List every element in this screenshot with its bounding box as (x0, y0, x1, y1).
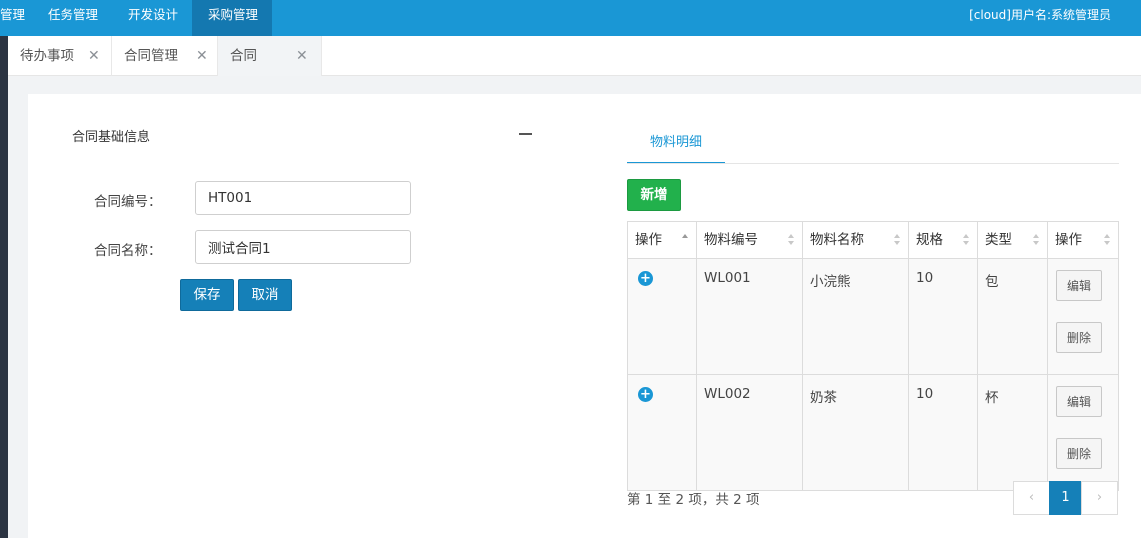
nav-item-purchase[interactable]: 采购管理 (192, 0, 272, 36)
nav-item-task[interactable]: 任务管理 (32, 0, 112, 36)
close-icon[interactable]: ✕ (88, 36, 100, 76)
table-cell: 奶茶 (802, 374, 909, 491)
materials-table: 操作 物料编号 物料名称 规格 类型 操作 + WL001 小浣熊 10 包 编… (627, 221, 1119, 491)
table-cell: 杯 (977, 374, 1048, 491)
save-button[interactable]: 保存 (180, 279, 234, 311)
sort-asc-icon (682, 234, 688, 246)
table-cell: 10 (908, 258, 978, 375)
column-header-spec[interactable]: 规格 (908, 221, 978, 259)
sort-icon (788, 234, 794, 246)
minus-icon[interactable] (519, 133, 532, 135)
plus-icon[interactable]: + (638, 387, 653, 402)
contract-no-input[interactable] (195, 181, 411, 215)
section-title: 合同基础信息 (72, 130, 151, 145)
nav-item-dev[interactable]: 开发设计 (112, 0, 192, 36)
table-cell: 10 (908, 374, 978, 491)
cancel-button[interactable]: 取消 (238, 279, 292, 311)
column-header-label: 物料名称 (810, 232, 864, 248)
sort-icon (894, 234, 900, 246)
column-header-op[interactable]: 操作 (627, 221, 697, 259)
sidebar-edge (0, 36, 8, 538)
tab-materials[interactable]: 物料明细 (627, 130, 725, 164)
table-cell: 包 (977, 258, 1048, 375)
page-button-1[interactable]: 1 (1049, 481, 1082, 515)
main-card: 合同基础信息 合同编号： 合同名称： 保存 取消 物料明细 新增 操作 物料编号… (28, 94, 1141, 538)
tab-bar: 待办事项 ✕ 合同管理 ✕ 合同 ✕ (8, 36, 1141, 76)
column-header-label: 操作 (635, 232, 662, 248)
prev-page-button[interactable]: ‹ (1013, 481, 1050, 515)
close-icon[interactable]: ✕ (196, 36, 208, 76)
nav-item-manage[interactable]: 管理 (0, 0, 25, 36)
table-cell: + (627, 258, 697, 375)
tab-label: 合同 (230, 48, 257, 64)
edit-button[interactable]: 编辑 (1056, 386, 1102, 417)
table-cell: 小浣熊 (802, 258, 909, 375)
add-button[interactable]: 新增 (627, 179, 681, 211)
delete-button[interactable]: 删除 (1056, 322, 1102, 353)
column-header-label: 物料编号 (704, 232, 758, 248)
top-nav: 管理 任务管理 开发设计 采购管理 [cloud]用户名:系统管理员 (0, 0, 1141, 36)
table-cell: 编辑 删除 (1047, 258, 1119, 375)
contract-name-input[interactable] (195, 230, 411, 264)
tab-contract[interactable]: 合同 ✕ (218, 36, 322, 76)
column-header-name[interactable]: 物料名称 (802, 221, 909, 259)
plus-icon[interactable]: + (638, 271, 653, 286)
table-row: + WL001 小浣熊 10 包 编辑 删除 (627, 258, 1119, 375)
column-header-code[interactable]: 物料编号 (696, 221, 803, 259)
table-header-row: 操作 物料编号 物料名称 规格 类型 操作 (627, 221, 1119, 259)
sort-icon (1104, 234, 1110, 246)
contract-no-label: 合同编号： (94, 194, 162, 210)
column-header-type[interactable]: 类型 (977, 221, 1048, 259)
tab-todo[interactable]: 待办事项 ✕ (8, 36, 112, 76)
tab-label: 待办事项 (20, 48, 74, 64)
table-cell: + (627, 374, 697, 491)
column-header-actions[interactable]: 操作 (1047, 221, 1119, 259)
sort-icon (1033, 234, 1039, 246)
next-page-button[interactable]: › (1081, 481, 1118, 515)
column-header-label: 类型 (985, 232, 1012, 248)
user-info[interactable]: [cloud]用户名:系统管理员 (969, 0, 1111, 30)
table-cell: WL001 (696, 258, 803, 375)
delete-button[interactable]: 删除 (1056, 438, 1102, 469)
tab-label: 合同管理 (124, 48, 178, 64)
table-row: + WL002 奶茶 10 杯 编辑 删除 (627, 374, 1119, 491)
tab-divider (627, 163, 1119, 164)
edit-button[interactable]: 编辑 (1056, 270, 1102, 301)
column-header-label: 规格 (916, 232, 943, 248)
page-info: 第 1 至 2 项，共 2 项 (627, 492, 760, 508)
column-header-label: 操作 (1055, 232, 1082, 248)
sort-icon (963, 234, 969, 246)
table-cell: 编辑 删除 (1047, 374, 1119, 491)
close-icon[interactable]: ✕ (296, 36, 308, 76)
table-cell: WL002 (696, 374, 803, 491)
tab-contract-manage[interactable]: 合同管理 ✕ (112, 36, 218, 76)
contract-name-label: 合同名称： (94, 243, 162, 259)
